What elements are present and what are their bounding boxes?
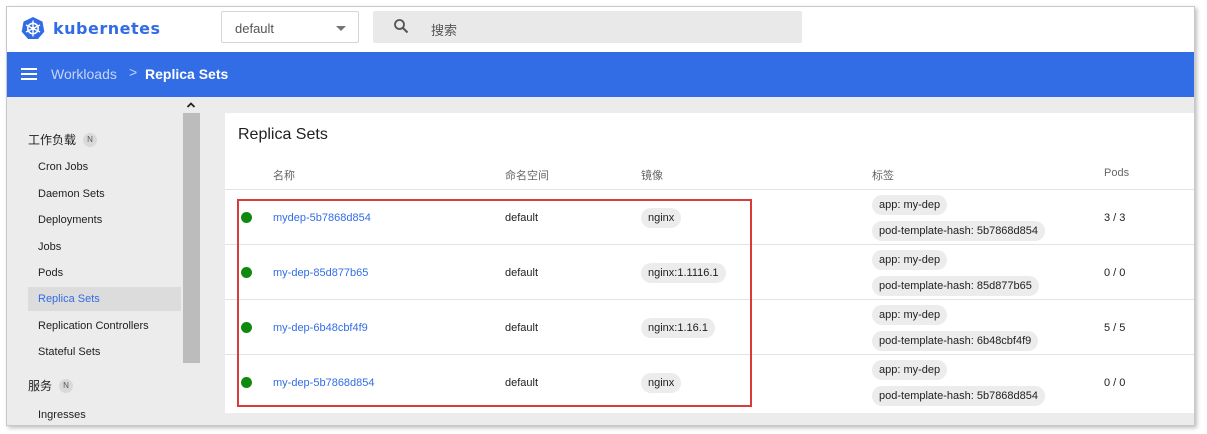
sidebar-item-deployments[interactable]: Deployments	[28, 208, 181, 232]
column-header-images: 镜像	[641, 170, 663, 182]
label-chip: pod-template-hash: 5b7868d854	[872, 221, 1046, 241]
sidebar-item-ingresses[interactable]: Ingresses	[28, 403, 181, 425]
logo-text: kubernetes	[53, 18, 161, 38]
sidebar: 工作负载 N Cron Jobs Daemon Sets Deployments…	[7, 97, 201, 425]
sidebar-scrollbar[interactable]	[183, 113, 200, 363]
chevron-up-icon[interactable]	[186, 100, 196, 110]
sidebar-section-workloads[interactable]: 工作负载 N	[28, 131, 98, 148]
namespaced-badge: N	[83, 132, 98, 147]
sidebar-item-label: Ingresses	[38, 409, 86, 421]
sidebar-section-label: 工作负载	[28, 133, 77, 147]
breadcrumb-workloads[interactable]: Workloads	[51, 66, 117, 82]
header-bar: Workloads > Replica Sets	[7, 52, 1194, 97]
namespace-select-value: default	[235, 21, 275, 36]
pods-count: 0 / 0	[1104, 267, 1126, 279]
top-bar: kubernetes default 搜索	[7, 7, 1194, 52]
search-icon	[394, 19, 409, 34]
sidebar-item-label: Replica Sets	[38, 293, 100, 305]
sidebar-item-label: Jobs	[38, 241, 62, 253]
annotation-highlight-box	[237, 199, 752, 407]
app-window: kubernetes default 搜索 Workloads > Replic…	[6, 6, 1195, 426]
search-placeholder: 搜索	[431, 23, 458, 38]
sidebar-item-replica-sets[interactable]: Replica Sets	[28, 287, 181, 311]
sidebar-item-cron-jobs[interactable]: Cron Jobs	[28, 155, 181, 179]
page-title: Replica Sets	[145, 66, 229, 82]
label-chip: app: my-dep	[872, 250, 948, 270]
label-chip: app: my-dep	[872, 305, 948, 325]
sidebar-item-pods[interactable]: Pods	[28, 261, 181, 285]
sidebar-item-label: Pods	[38, 267, 64, 279]
pods-count: 3 / 3	[1104, 212, 1126, 224]
column-header-pods: Pods	[1104, 167, 1130, 179]
sidebar-item-replication-controllers[interactable]: Replication Controllers	[28, 314, 181, 338]
column-header-name[interactable]: 名称	[273, 167, 295, 183]
sidebar-item-label: Deployments	[38, 214, 103, 226]
search-input[interactable]: 搜索	[373, 11, 802, 43]
card-title: Replica Sets	[238, 126, 328, 143]
menu-icon[interactable]	[21, 68, 37, 80]
sidebar-item-label: Stateful Sets	[38, 346, 101, 358]
sidebar-item-stateful-sets[interactable]: Stateful Sets	[28, 340, 181, 364]
column-header-namespace[interactable]: 命名空间	[505, 167, 549, 183]
pods-count: 5 / 5	[1104, 322, 1126, 334]
column-header-labels: 标签	[872, 170, 894, 182]
pods-count: 0 / 0	[1104, 377, 1126, 389]
chevron-down-icon	[336, 26, 346, 31]
label-chip: pod-template-hash: 6b48cbf4f9	[872, 331, 1039, 351]
kubernetes-helm-icon	[21, 17, 45, 39]
label-chip: pod-template-hash: 5b7868d854	[872, 386, 1046, 406]
label-chip: app: my-dep	[872, 360, 948, 380]
sidebar-item-jobs[interactable]: Jobs	[28, 235, 181, 259]
logo[interactable]: kubernetes	[21, 16, 161, 40]
chevron-right-icon: >	[129, 64, 138, 80]
sidebar-item-daemon-sets[interactable]: Daemon Sets	[28, 182, 181, 206]
label-chip: app: my-dep	[872, 195, 948, 215]
sidebar-item-label: Replication Controllers	[38, 320, 149, 332]
sidebar-section-services[interactable]: 服务 N	[28, 377, 74, 394]
namespace-select[interactable]: default	[221, 11, 359, 43]
sidebar-item-label: Daemon Sets	[38, 188, 105, 200]
label-chip: pod-template-hash: 85d877b65	[872, 276, 1039, 296]
namespaced-badge: N	[59, 378, 74, 393]
sidebar-item-label: Cron Jobs	[38, 161, 89, 173]
sidebar-section-label: 服务	[28, 379, 53, 393]
